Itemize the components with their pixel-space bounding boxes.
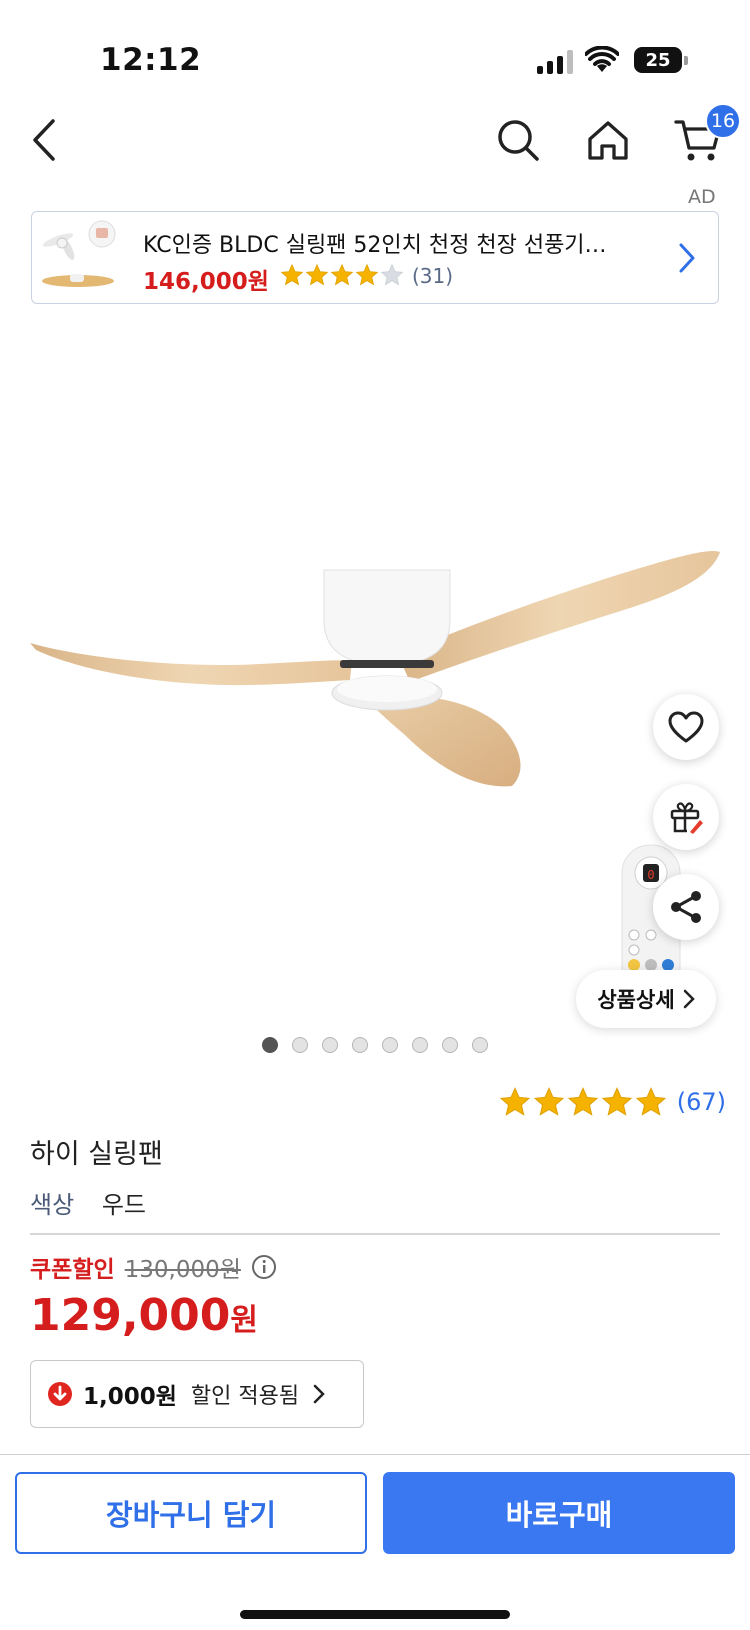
- ad-rating-stars: [280, 262, 404, 288]
- gift-icon: [670, 802, 703, 834]
- discount-applied-box[interactable]: 1,000원 할인 적용됨: [30, 1360, 364, 1428]
- discount-amount: 1,000원: [83, 1384, 177, 1410]
- add-to-cart-button[interactable]: 장바구니 담기: [15, 1472, 367, 1554]
- star-filled-icon: [567, 1087, 598, 1116]
- discount-text: 할인 적용됨: [190, 1384, 300, 1409]
- product-rating[interactable]: (67): [499, 1086, 726, 1118]
- top-navigation: [0, 100, 750, 190]
- home-button[interactable]: [578, 110, 638, 170]
- share-button[interactable]: [653, 874, 719, 940]
- sale-price-value: 129,000: [30, 1290, 231, 1341]
- svg-text:0: 0: [647, 868, 654, 882]
- ad-review-count: (31): [412, 264, 454, 288]
- pagination-dot[interactable]: [322, 1037, 338, 1053]
- image-pagination: [262, 1037, 488, 1053]
- coupon-row: 쿠폰할인 130,000원: [30, 1250, 277, 1284]
- battery-icon: 25: [634, 47, 682, 73]
- sale-price-unit: 원: [230, 1303, 259, 1338]
- sale-price: 129,000원: [30, 1290, 258, 1341]
- wishlist-button[interactable]: [653, 694, 719, 760]
- product-rating-stars: [499, 1086, 667, 1118]
- pagination-dot[interactable]: [382, 1037, 398, 1053]
- star-filled-icon: [499, 1087, 530, 1116]
- product-image[interactable]: 0: [0, 320, 750, 1040]
- chevron-right-icon: [313, 1384, 325, 1404]
- product-name: 하이 실링팬: [30, 1139, 163, 1170]
- product-review-count[interactable]: (67): [677, 1088, 726, 1116]
- option-row: 색상 우드: [30, 1185, 146, 1220]
- search-button[interactable]: [488, 110, 548, 170]
- share-icon: [671, 891, 701, 923]
- signal-icon: [537, 50, 575, 74]
- star-filled-icon: [601, 1087, 632, 1116]
- star-filled-icon: [330, 263, 354, 286]
- battery-level: 25: [645, 49, 671, 71]
- product-detail-button[interactable]: 상품상세: [576, 970, 716, 1028]
- original-price: 130,000원: [124, 1257, 241, 1283]
- buy-now-button[interactable]: 바로구매: [383, 1472, 735, 1554]
- star-empty-icon: [380, 263, 404, 286]
- down-arrow-icon: [48, 1382, 72, 1406]
- option-value: 우드: [101, 1191, 146, 1219]
- star-filled-icon: [305, 263, 329, 286]
- cart-count-badge: 16: [705, 103, 741, 139]
- back-button[interactable]: [14, 110, 74, 170]
- heart-icon: [668, 711, 704, 743]
- bottom-action-bar: 장바구니 담기 바로구매: [0, 1454, 750, 1630]
- ad-product-card[interactable]: KC인증 BLDC 실링팬 52인치 천정 천장 선풍기… 146,000원 (…: [31, 211, 719, 304]
- star-filled-icon: [635, 1087, 666, 1116]
- info-icon[interactable]: [251, 1254, 277, 1280]
- pagination-dot[interactable]: [442, 1037, 458, 1053]
- home-icon: [588, 121, 628, 160]
- search-icon: [498, 120, 539, 161]
- pagination-dot[interactable]: [412, 1037, 428, 1053]
- wifi-icon: [585, 46, 619, 72]
- ad-label: AD: [688, 186, 716, 208]
- pagination-dot[interactable]: [352, 1037, 368, 1053]
- status-time: 12:12: [100, 42, 202, 78]
- battery-tip: [684, 56, 688, 65]
- ad-product-price: 146,000원: [143, 269, 269, 295]
- ad-product-thumbnail: [36, 216, 120, 300]
- chevron-right-icon: [679, 243, 695, 273]
- chevron-left-icon: [33, 119, 55, 161]
- divider: [30, 1233, 720, 1235]
- pagination-dot[interactable]: [262, 1037, 278, 1053]
- star-filled-icon: [355, 263, 379, 286]
- star-filled-icon: [280, 263, 304, 286]
- star-filled-icon: [533, 1087, 564, 1116]
- ad-product-title: KC인증 BLDC 실링팬 52인치 천정 천장 선풍기…: [143, 233, 607, 258]
- gift-button[interactable]: [653, 784, 719, 850]
- coupon-label: 쿠폰할인: [30, 1257, 115, 1283]
- pagination-dot[interactable]: [472, 1037, 488, 1053]
- chevron-right-icon: [683, 989, 695, 1009]
- home-indicator: [240, 1610, 510, 1619]
- pagination-dot[interactable]: [292, 1037, 308, 1053]
- option-label: 색상: [30, 1191, 75, 1219]
- product-detail-label: 상품상세: [597, 988, 675, 1012]
- status-bar: 12:12 25: [0, 0, 750, 100]
